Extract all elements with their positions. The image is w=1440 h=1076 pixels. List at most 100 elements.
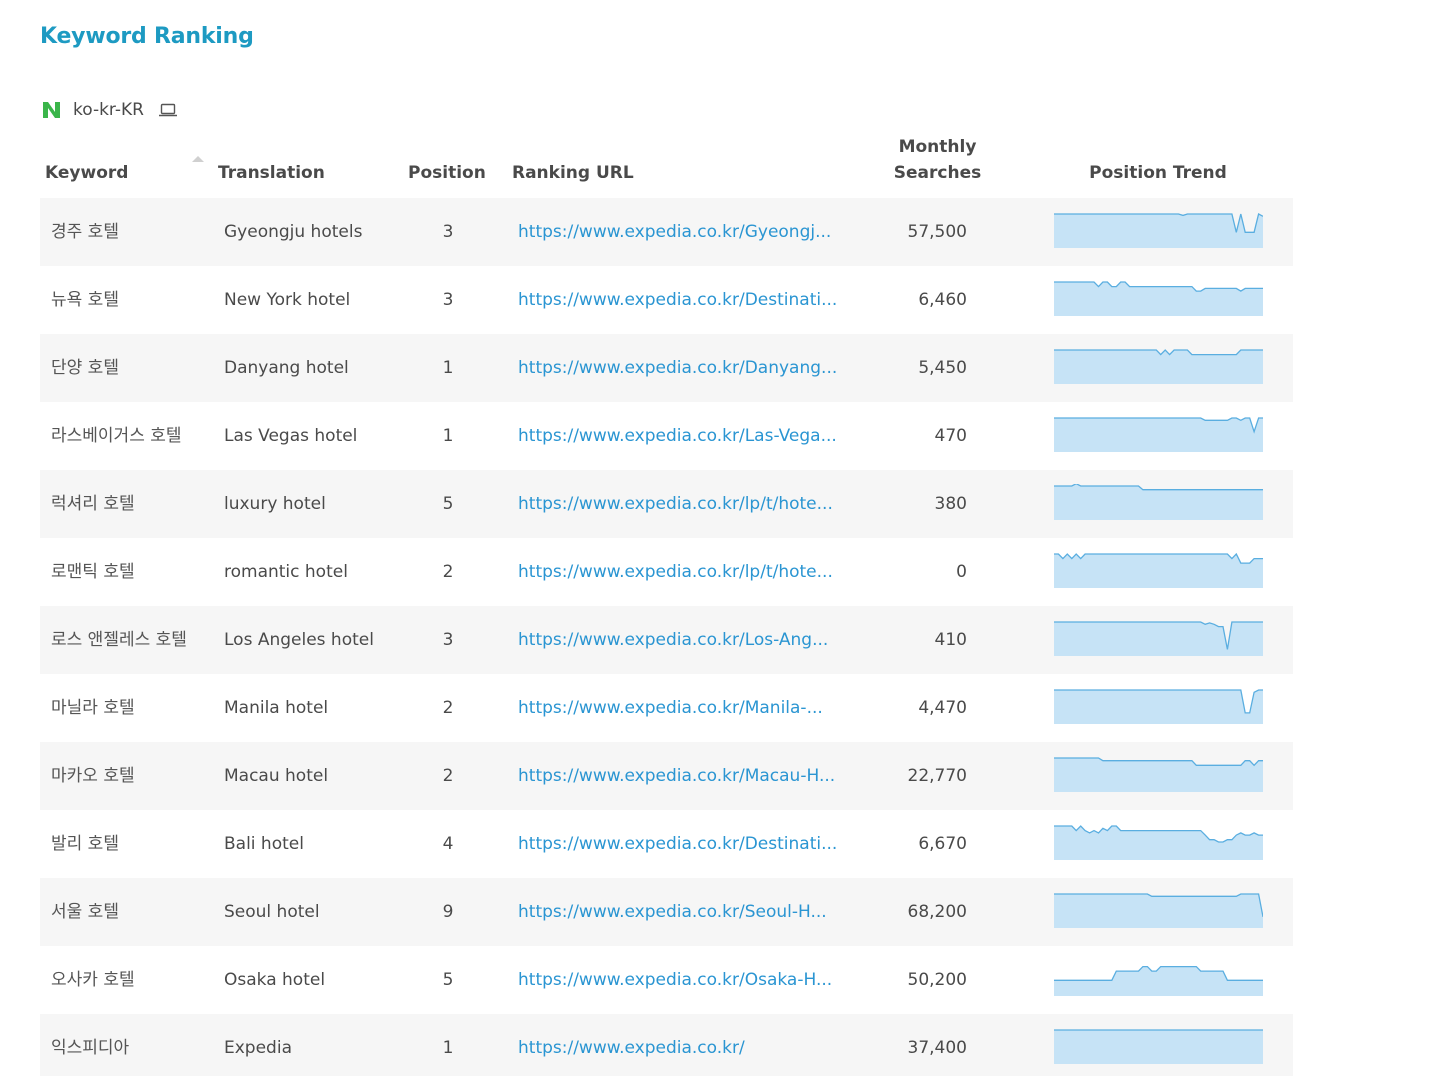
sparkline-area	[1054, 758, 1263, 792]
table-row: 마카오 호텔 Macau hotel 2 https://www.expedia…	[40, 742, 1293, 810]
sparkline-area	[1054, 894, 1263, 928]
ranking-url-link[interactable]: https://www.expedia.co.kr/Los-Ang...	[518, 606, 843, 674]
ranking-url-link[interactable]: https://www.expedia.co.kr/Destinati...	[518, 810, 843, 878]
keyword-cell: 로스 앤젤레스 호텔	[51, 630, 187, 650]
keyword-ranking-table: Keyword Translation Position Ranking URL…	[40, 130, 1293, 1076]
keyword-ranking-page: Keyword Ranking ko-kr-KR Keyword Transla…	[0, 0, 1440, 1076]
monthly-searches-cell: 50,200	[907, 970, 967, 990]
monthly-searches-cell: 6,670	[918, 834, 967, 854]
sparkline-svg	[1054, 484, 1263, 520]
column-header-position-trend[interactable]: Position Trend	[1054, 160, 1262, 186]
ranking-url-link[interactable]: https://www.expedia.co.kr/Seoul-H...	[518, 878, 843, 946]
position-cell: 5	[442, 970, 454, 990]
table-row: 럭셔리 호텔 luxury hotel 5 https://www.expedi…	[40, 470, 1293, 538]
table-row: 오사카 호텔 Osaka hotel 5 https://www.expedia…	[40, 946, 1293, 1014]
position-cell: 1	[442, 426, 454, 446]
table-row: 라스베이거스 호텔 Las Vegas hotel 1 https://www.…	[40, 402, 1293, 470]
keyword-cell: 뉴욕 호텔	[51, 290, 119, 310]
translation-cell: Macau hotel	[224, 766, 329, 786]
monthly-searches-cell: 6,460	[918, 290, 967, 310]
ranking-url-link[interactable]: https://www.expedia.co.kr/Destinati...	[518, 266, 843, 334]
position-trend-sparkline	[1054, 280, 1263, 316]
sparkline-svg	[1054, 213, 1263, 248]
position-cell: 2	[442, 766, 454, 786]
sparkline-svg	[1054, 825, 1263, 860]
position-cell: 1	[442, 1038, 454, 1058]
translation-cell: Danyang hotel	[224, 358, 349, 378]
translation-cell: Los Angeles hotel	[224, 630, 374, 650]
sparkline-svg	[1054, 757, 1263, 792]
position-trend-sparkline	[1054, 756, 1263, 792]
ranking-url-link[interactable]: https://www.expedia.co.kr/lp/t/hote...	[518, 470, 843, 538]
monthly-searches-cell: 410	[934, 630, 967, 650]
sparkline-svg	[1054, 552, 1263, 588]
position-trend-sparkline	[1054, 620, 1263, 656]
column-header-keyword[interactable]: Keyword	[45, 160, 128, 186]
column-header-translation[interactable]: Translation	[218, 160, 325, 186]
position-trend-sparkline	[1054, 688, 1263, 724]
position-cell: 9	[442, 902, 454, 922]
position-trend-sparkline	[1054, 824, 1263, 860]
translation-cell: Seoul hotel	[224, 902, 320, 922]
monthly-searches-cell: 37,400	[907, 1038, 967, 1058]
keyword-cell: 로맨틱 호텔	[51, 562, 135, 582]
column-header-ranking-url[interactable]: Ranking URL	[512, 160, 634, 186]
sort-ascending-icon[interactable]	[192, 156, 204, 162]
translation-cell: New York hotel	[224, 290, 351, 310]
table-row: 경주 호텔 Gyeongju hotels 3 https://www.expe…	[40, 198, 1293, 266]
locale-indicator: ko-kr-KR	[42, 98, 178, 122]
monthly-searches-cell: 5,450	[918, 358, 967, 378]
ranking-url-link[interactable]: https://www.expedia.co.kr/Macau-H...	[518, 742, 843, 810]
monthly-searches-cell: 57,500	[907, 222, 967, 242]
translation-cell: luxury hotel	[224, 494, 326, 514]
monthly-searches-cell: 0	[956, 562, 967, 582]
monthly-searches-cell: 380	[934, 494, 967, 514]
column-header-searches-line2: Searches	[893, 163, 982, 183]
translation-cell: Las Vegas hotel	[224, 426, 358, 446]
column-header-monthly-searches[interactable]: Monthly Searches	[880, 134, 995, 186]
keyword-cell: 발리 호텔	[51, 834, 119, 854]
keyword-cell: 마카오 호텔	[51, 766, 135, 786]
keyword-cell: 익스피디아	[51, 1038, 130, 1058]
position-cell: 3	[442, 290, 454, 310]
position-trend-sparkline	[1054, 348, 1263, 384]
keyword-cell: 경주 호텔	[51, 222, 119, 242]
monthly-searches-cell: 4,470	[918, 698, 967, 718]
sparkline-svg	[1054, 417, 1263, 452]
ranking-url-link[interactable]: https://www.expedia.co.kr/	[518, 1014, 843, 1076]
ranking-url-link[interactable]: https://www.expedia.co.kr/Manila-...	[518, 674, 843, 742]
position-cell: 2	[442, 562, 454, 582]
position-trend-sparkline	[1054, 892, 1263, 928]
table-row: 발리 호텔 Bali hotel 4 https://www.expedia.c…	[40, 810, 1293, 878]
table-row: 로맨틱 호텔 romantic hotel 2 https://www.expe…	[40, 538, 1293, 606]
monthly-searches-cell: 68,200	[907, 902, 967, 922]
table-row: 로스 앤젤레스 호텔 Los Angeles hotel 3 https://w…	[40, 606, 1293, 674]
position-trend-sparkline	[1054, 552, 1263, 588]
sparkline-area	[1054, 690, 1263, 724]
ranking-url-link[interactable]: https://www.expedia.co.kr/Osaka-H...	[518, 946, 843, 1014]
table-header: Keyword Translation Position Ranking URL…	[40, 130, 1293, 198]
position-trend-sparkline	[1054, 484, 1263, 520]
translation-cell: Osaka hotel	[224, 970, 326, 990]
table-row: 단양 호텔 Danyang hotel 1 https://www.expedi…	[40, 334, 1293, 402]
keyword-cell: 럭셔리 호텔	[51, 494, 135, 514]
position-cell: 4	[442, 834, 454, 854]
sparkline-area	[1054, 966, 1263, 996]
translation-cell: Gyeongju hotels	[224, 222, 363, 242]
sparkline-svg	[1054, 349, 1263, 384]
sparkline-svg	[1054, 893, 1263, 928]
naver-n-icon	[43, 102, 60, 118]
ranking-url-link[interactable]: https://www.expedia.co.kr/Gyeongj...	[518, 198, 843, 266]
position-trend-sparkline	[1054, 416, 1263, 452]
sparkline-svg	[1054, 1029, 1263, 1064]
column-header-searches-line1: Monthly	[898, 137, 977, 157]
ranking-url-link[interactable]: https://www.expedia.co.kr/lp/t/hote...	[518, 538, 843, 606]
table-row: 서울 호텔 Seoul hotel 9 https://www.expedia.…	[40, 878, 1293, 946]
position-trend-sparkline	[1054, 1028, 1263, 1064]
column-header-position[interactable]: Position	[408, 160, 486, 186]
position-cell: 3	[442, 222, 454, 242]
ranking-url-link[interactable]: https://www.expedia.co.kr/Danyang...	[518, 334, 843, 402]
position-cell: 2	[442, 698, 454, 718]
keyword-cell: 단양 호텔	[51, 358, 119, 378]
ranking-url-link[interactable]: https://www.expedia.co.kr/Las-Vega...	[518, 402, 843, 470]
